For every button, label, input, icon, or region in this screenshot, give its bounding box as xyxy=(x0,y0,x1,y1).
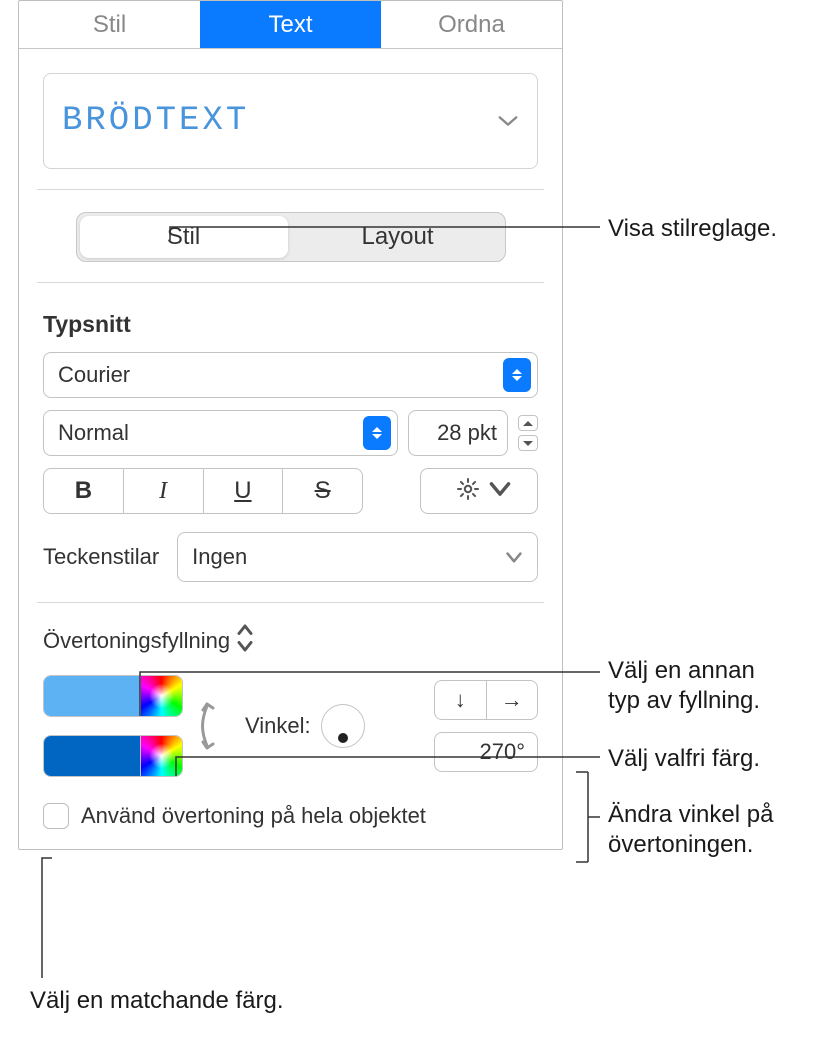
angle-dial-indicator xyxy=(338,733,348,743)
gradient-color-1[interactable] xyxy=(44,676,140,716)
gradient-color-2[interactable] xyxy=(44,736,140,776)
gear-icon xyxy=(456,477,480,506)
callout-matching: Välj en matchande färg. xyxy=(30,986,284,1016)
format-panel: Stil Text Ordna BRÖDTEXT Stil Layout Typ… xyxy=(18,0,563,850)
apply-gradient-whole-object-label: Använd övertoning på hela objektet xyxy=(81,803,426,829)
font-size-value: 28 pkt xyxy=(437,420,497,446)
character-styles-label: Teckenstilar xyxy=(43,544,159,570)
font-size-down[interactable] xyxy=(518,435,538,451)
callout-show-style: Visa stilreglage. xyxy=(608,214,777,244)
angle-value: 270° xyxy=(479,739,525,765)
font-weight-select[interactable]: Normal xyxy=(43,410,398,456)
apply-gradient-whole-object-checkbox[interactable] xyxy=(43,803,69,829)
callout-fill-type: Välj en annan typ av fyllning. xyxy=(608,656,760,716)
font-family-select[interactable]: Courier xyxy=(43,352,538,398)
gradient-stop-1 xyxy=(43,675,183,717)
strikethrough-button[interactable]: S xyxy=(283,469,362,513)
font-size-field[interactable]: 28 pkt xyxy=(408,410,508,456)
gradient-stops xyxy=(43,675,183,777)
seg-stil[interactable]: Stil xyxy=(80,216,288,258)
seg-layout[interactable]: Layout xyxy=(291,213,505,261)
angle-label: Vinkel: xyxy=(245,713,311,739)
top-tabs: Stil Text Ordna xyxy=(19,1,562,49)
text-style-group: B I U S xyxy=(43,468,363,514)
font-weight-value: Normal xyxy=(58,420,363,446)
gradient-stop-2 xyxy=(43,735,183,777)
bold-button[interactable]: B xyxy=(44,469,124,513)
divider xyxy=(37,189,544,190)
font-size-stepper xyxy=(518,410,538,456)
tab-stil[interactable]: Stil xyxy=(19,1,200,48)
underline-button[interactable]: U xyxy=(204,469,284,513)
up-down-icon xyxy=(363,416,391,450)
chevron-down-icon xyxy=(488,477,502,506)
direction-down[interactable]: ↓ xyxy=(435,681,487,719)
paragraph-style-name: BRÖDTEXT xyxy=(62,102,249,140)
chevron-down-icon xyxy=(497,114,519,128)
divider xyxy=(37,602,544,603)
callout-any-color: Välj valfri färg. xyxy=(608,744,760,774)
direction-right[interactable]: → xyxy=(487,681,538,719)
divider xyxy=(37,282,544,283)
fill-type-select[interactable]: Övertoningsfyllning xyxy=(43,623,538,659)
italic-button[interactable]: I xyxy=(124,469,204,513)
gradient-direction-segmented: ↓ → xyxy=(434,680,538,720)
chevron-down-icon xyxy=(505,544,523,570)
up-down-icon xyxy=(503,358,531,392)
fill-type-label: Övertoningsfyllning xyxy=(43,628,230,654)
character-style-value: Ingen xyxy=(192,544,247,570)
tab-ordna[interactable]: Ordna xyxy=(381,1,562,48)
swap-colors-icon[interactable] xyxy=(197,696,231,756)
character-style-select[interactable]: Ingen xyxy=(177,532,538,582)
section-typsnitt: Typsnitt xyxy=(43,311,538,338)
font-size-up[interactable] xyxy=(518,415,538,431)
advanced-options-button[interactable] xyxy=(420,468,538,514)
font-family-value: Courier xyxy=(58,362,503,388)
color-wheel-icon[interactable] xyxy=(140,676,182,716)
callout-angle: Ändra vinkel på övertoningen. xyxy=(608,800,773,860)
color-wheel-icon[interactable] xyxy=(140,736,182,776)
stil-layout-segmented: Stil Layout xyxy=(76,212,506,262)
up-down-icon xyxy=(236,623,254,659)
tab-text[interactable]: Text xyxy=(200,1,381,48)
angle-dial[interactable] xyxy=(321,704,365,748)
paragraph-style-dropdown[interactable]: BRÖDTEXT xyxy=(43,73,538,169)
angle-field[interactable]: 270° xyxy=(434,732,538,772)
